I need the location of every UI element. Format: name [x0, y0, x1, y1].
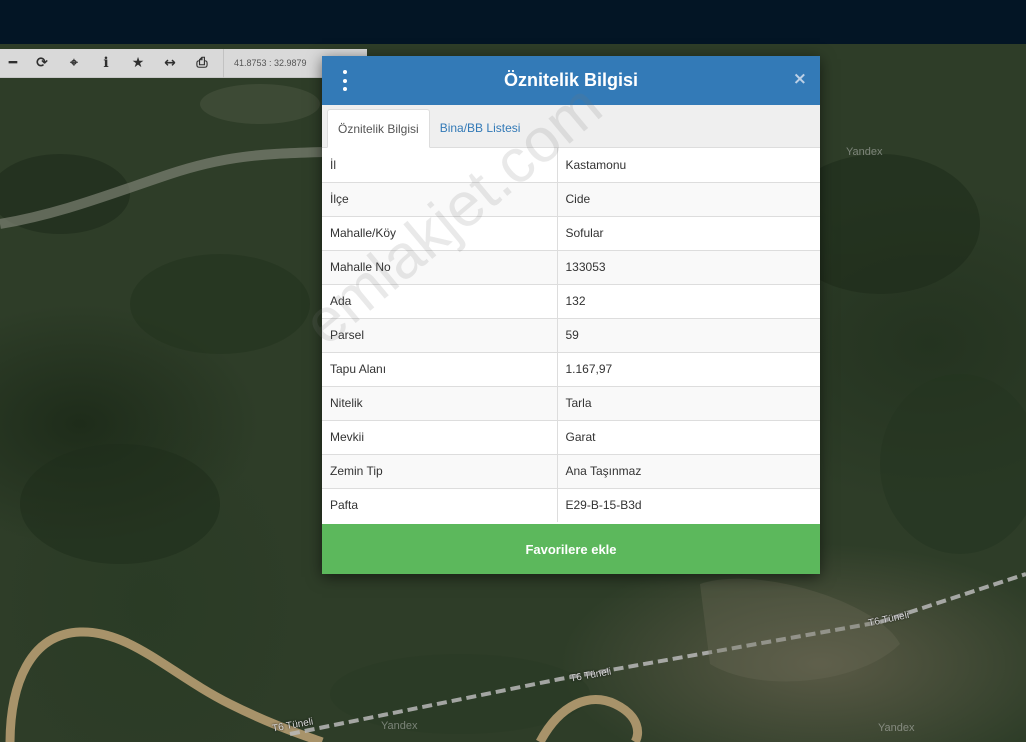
table-row: Mevkii Garat [322, 420, 820, 455]
print-button[interactable]: ⎙ [186, 49, 218, 78]
row-key: Zemin Tip [322, 454, 558, 489]
row-key: Nitelik [322, 386, 558, 421]
measure-icon: ↔ [164, 55, 176, 71]
add-to-favorites-button[interactable]: Favorilere ekle [322, 524, 820, 574]
modal-header: Öznitelik Bilgisi × [322, 56, 820, 105]
row-value: Kastamonu [557, 148, 820, 183]
zoom-out-button[interactable]: ━ [0, 49, 26, 78]
minus-icon: ━ [8, 55, 18, 71]
star-icon: ★ [131, 55, 145, 71]
row-value: 1.167,97 [557, 352, 820, 387]
table-row: Nitelik Tarla [322, 386, 820, 421]
crosshair-icon: ⌖ [70, 55, 78, 71]
table-row: İlçe Cide [322, 182, 820, 217]
row-value: 132 [557, 284, 820, 319]
row-value: 59 [557, 318, 820, 353]
row-key: Parsel [322, 318, 558, 353]
row-key: Pafta [322, 488, 558, 522]
row-value: E29-B-15-B3d [565, 498, 642, 513]
row-value: Garat [557, 420, 820, 455]
menu-dots-icon[interactable] [340, 70, 350, 91]
yandex-watermark: Yandex [381, 720, 418, 732]
row-key: İlçe [322, 182, 558, 217]
measure-button[interactable]: ↔ [154, 49, 186, 78]
refresh-button[interactable]: ⟳ [26, 49, 58, 78]
map-toolbar: ━ ⟳ ⌖ i ★ ↔ ⎙ 41.8753 : 32.9879 [0, 48, 367, 78]
refresh-icon: ⟳ [36, 55, 48, 71]
row-value: Cide [557, 182, 820, 217]
print-icon: ⎙ [196, 55, 208, 71]
row-key: Mevkii [322, 420, 558, 455]
table-row: Mahalle/Köy Sofular [322, 216, 820, 251]
attribute-table: İl Kastamonu İlçe Cide Mahalle/Köy Sofular … [322, 148, 820, 522]
row-key: Tapu Alanı [322, 352, 558, 387]
row-key: Mahalle/Köy [322, 216, 558, 251]
close-icon[interactable]: × [793, 69, 807, 89]
table-row: Mahalle No 133053 [322, 250, 820, 285]
row-value: Ana Taşınmaz [557, 454, 820, 489]
attribute-info-modal: Öznitelik Bilgisi × Öznitelik Bilgisi Bi… [322, 56, 820, 574]
table-row: Tapu Alanı 1.167,97 [322, 352, 820, 387]
tab-attribute-info[interactable]: Öznitelik Bilgisi [327, 109, 430, 148]
modal-tabs: Öznitelik Bilgisi Bina/BB Listesi [322, 105, 820, 148]
row-value: Tarla [557, 386, 820, 421]
favorites-button[interactable]: ★ [122, 49, 154, 78]
top-navigation-bar [0, 0, 1026, 44]
yandex-watermark: Yandex [846, 146, 883, 158]
row-value: Sofular [557, 216, 820, 251]
row-key: Ada [322, 284, 558, 319]
coordinate-readout: 41.8753 : 32.9879 [223, 48, 317, 78]
info-icon: i [103, 55, 109, 71]
row-key: Mahalle No [322, 250, 558, 285]
modal-title: Öznitelik Bilgisi [503, 70, 639, 90]
table-row: Ada 132 [322, 284, 820, 319]
table-row: Pafta E29-B-15-B3d [322, 488, 820, 522]
table-row: Parsel 59 [322, 318, 820, 353]
info-button[interactable]: i [90, 49, 122, 78]
tab-building-list[interactable]: Bina/BB Listesi [430, 108, 531, 147]
table-row: Zemin Tip Ana Taşınmaz [322, 454, 820, 489]
table-row: İl Kastamonu [322, 148, 820, 183]
yandex-watermark: Yandex [878, 722, 915, 734]
row-value: 133053 [557, 250, 820, 285]
row-key: İl [322, 148, 558, 183]
locate-button[interactable]: ⌖ [58, 49, 90, 78]
